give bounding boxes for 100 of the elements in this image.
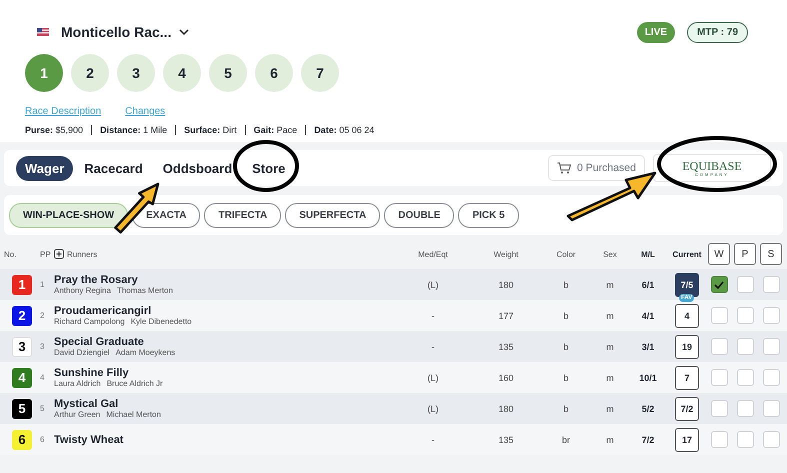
column-header: Med/Eqt — [417, 250, 449, 258]
horse-name: Pray the Rosary — [54, 274, 139, 286]
morning-line-odds: 4/1 — [640, 310, 656, 320]
morning-line-odds: 5/2 — [640, 404, 656, 414]
nav-tab[interactable]: Racecard — [75, 156, 152, 180]
morning-line-odds: 7/2 — [640, 434, 656, 444]
table-cell-text: (L) — [426, 372, 440, 382]
person-name: David Dziengiel — [54, 348, 110, 357]
nav-tab[interactable]: Wager — [16, 156, 74, 180]
race-number-button[interactable]: 2 — [71, 54, 109, 92]
current-odds: 4 — [675, 304, 699, 328]
table-cell-text: 135 — [497, 342, 515, 352]
post-position: 4 — [40, 373, 46, 382]
annotation-ellipse — [233, 140, 299, 192]
expand-plus-icon[interactable] — [54, 249, 64, 259]
current-odds: 19 — [675, 334, 699, 358]
post-position: 1 — [40, 280, 46, 289]
person-name: Arthur Green — [54, 410, 100, 419]
post-position: 2 — [40, 311, 46, 320]
race-detail: Gait: Pace — [244, 125, 306, 135]
bet-type-tab[interactable]: PICK 5 — [458, 202, 519, 228]
column-header: M/L — [640, 250, 656, 258]
track-name[interactable]: Monticello Rac... — [61, 24, 172, 40]
person-name: Kyle Dibenedetto — [130, 317, 192, 326]
table-cell-text: 177 — [497, 310, 515, 320]
saddle-number: 3 — [12, 336, 32, 356]
nav-tab[interactable]: Oddsboard — [154, 156, 242, 180]
person-name: Thomas Merton — [116, 286, 173, 295]
person-name: Adam Moeykens — [116, 348, 176, 357]
saddle-number: 4 — [12, 368, 32, 388]
table-cell-text: b — [562, 280, 570, 290]
cart-icon — [557, 162, 572, 174]
table-cell-text: m — [605, 342, 615, 352]
bet-type-tab[interactable]: DOUBLE — [384, 202, 454, 228]
column-header: Weight — [492, 250, 520, 258]
column-header: No. — [4, 250, 18, 258]
race-detail: Distance: 1 Mile — [91, 125, 176, 135]
horse-name: Proudamericangirl — [54, 305, 152, 317]
post-position: 5 — [40, 404, 46, 413]
bet-checkbox[interactable] — [710, 276, 728, 293]
race-number-button[interactable]: 7 — [301, 54, 339, 92]
race-number-button[interactable]: 4 — [163, 54, 201, 92]
column-toggle-button[interactable]: P — [734, 243, 756, 265]
bet-type-tab[interactable]: EXACTA — [132, 202, 200, 228]
current-odds: 17 — [675, 428, 699, 452]
bet-type-tab[interactable]: WIN-PLACE-SHOW — [9, 202, 128, 228]
race-number-button[interactable]: 3 — [117, 54, 155, 92]
mtp-badge: MTP : 79 — [687, 22, 748, 42]
table-cell-text: (L) — [426, 404, 440, 414]
table-cell-text: m — [605, 310, 615, 320]
table-cell-text: m — [605, 372, 615, 382]
race-number-button[interactable]: 5 — [209, 54, 247, 92]
checkmark-icon — [714, 280, 724, 288]
table-cell-text: 180 — [497, 280, 515, 290]
person-name: Richard Campolong — [54, 317, 125, 326]
horse-name: Mystical Gal — [54, 398, 120, 410]
nav-tab[interactable]: Store — [243, 156, 294, 180]
current-odds: 7 — [675, 366, 699, 390]
table-cell-text: 180 — [497, 404, 515, 414]
post-position: 6 — [40, 435, 46, 444]
table-cell-text: b — [562, 342, 570, 352]
person-name: Michael Merton — [106, 410, 161, 419]
table-cell-text: - — [430, 434, 436, 444]
table-cell-text: (L) — [426, 280, 440, 290]
table-cell-text: - — [430, 342, 436, 352]
bet-type-tab[interactable]: SUPERFECTA — [285, 202, 380, 228]
table-cell-text: br — [560, 434, 571, 444]
live-badge: LIVE — [636, 22, 676, 42]
column-header: Color — [555, 250, 577, 258]
table-cell-text: 160 — [497, 372, 515, 382]
column-toggle-button[interactable]: S — [760, 243, 782, 265]
morning-line-odds: 10/1 — [638, 372, 658, 382]
horse-name: Twisty Wheat — [54, 434, 124, 446]
post-position: 3 — [40, 342, 46, 351]
race-detail: Date: 05 06 24 — [305, 125, 382, 135]
person-name: Laura Aldrich — [54, 379, 101, 388]
horse-name: Special Graduate — [54, 336, 145, 348]
column-toggle-button[interactable]: W — [708, 243, 730, 265]
saddle-number: 2 — [12, 306, 32, 326]
saddle-number: 5 — [12, 398, 32, 418]
person-name: Bruce Aldrich Jr — [106, 379, 163, 388]
saddle-number: 6 — [12, 430, 32, 450]
table-cell-text: b — [562, 310, 570, 320]
table-cell-text: b — [562, 372, 570, 382]
person-name: Anthony Regina — [54, 286, 111, 295]
race-detail: Purse: $5,900 — [25, 125, 84, 135]
purchased-button[interactable]: 0 Purchased — [548, 155, 645, 181]
table-cell-text: b — [562, 404, 570, 414]
flag-icon — [37, 28, 49, 36]
chevron-down-icon[interactable] — [179, 28, 190, 36]
table-cell-text: m — [605, 434, 615, 444]
column-header: PP — [40, 250, 52, 258]
race-number-button[interactable]: 6 — [255, 54, 293, 92]
race-detail: Surface: Dirt — [175, 125, 245, 135]
morning-line-odds: 6/1 — [640, 280, 656, 290]
bet-type-tab[interactable]: TRIFECTA — [204, 202, 282, 228]
column-header: Runners — [67, 250, 98, 258]
column-header: Current — [672, 250, 702, 258]
horse-name: Sunshine Filly — [54, 367, 130, 379]
table-cell-text: - — [430, 310, 436, 320]
